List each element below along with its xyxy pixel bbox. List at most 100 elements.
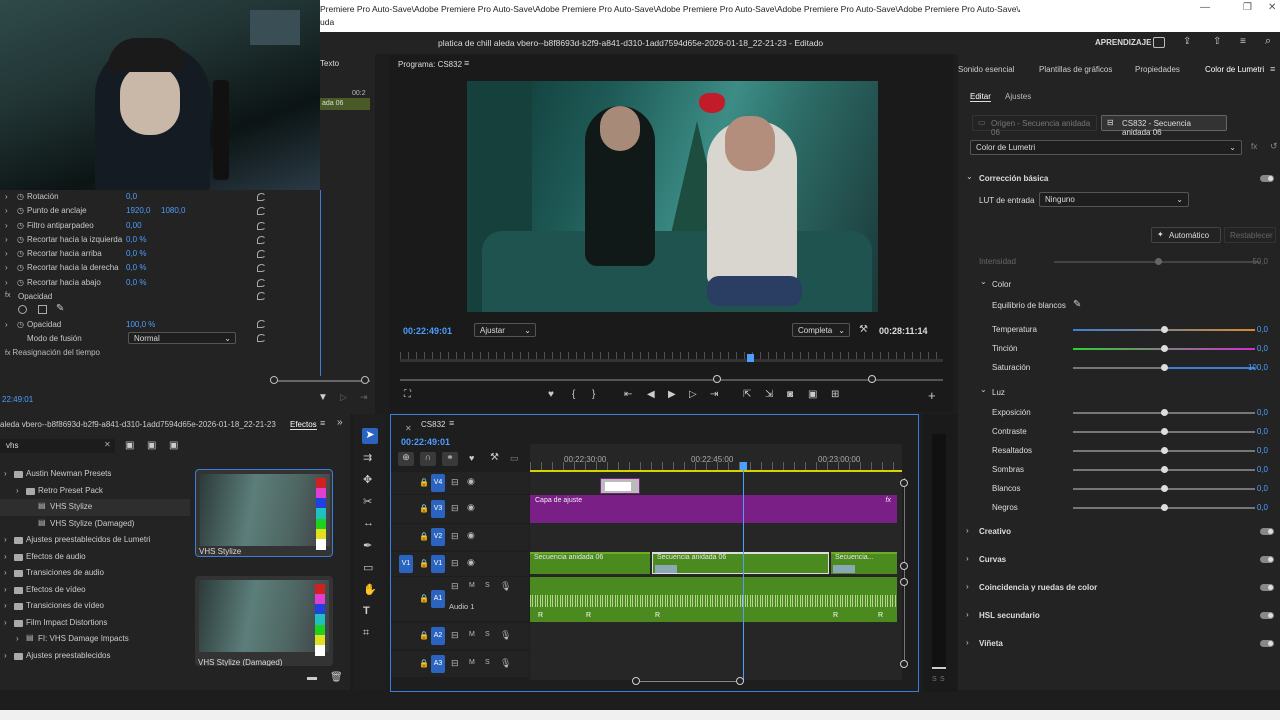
export-icon[interactable]: ⇪ — [1183, 36, 1191, 47]
slider-knob[interactable] — [1161, 485, 1168, 492]
eyedropper-icon[interactable]: ✎ — [1073, 299, 1081, 310]
lut-select[interactable]: Ninguno ⌄ — [1039, 192, 1189, 207]
solo-button[interactable]: S — [485, 582, 490, 589]
sync-lock-icon[interactable]: ⊟ — [451, 531, 459, 542]
hand-tool-icon[interactable]: ✋ — [363, 583, 377, 596]
pen-mask-icon[interactable]: ✎ — [56, 303, 64, 314]
add-marker-icon[interactable]: ♥ — [469, 453, 474, 463]
slider-knob[interactable] — [1161, 466, 1168, 473]
program-playhead[interactable] — [747, 354, 755, 362]
type-tool-icon[interactable]: T — [363, 605, 370, 617]
add-marker-icon[interactable]: ♥ — [548, 389, 554, 400]
eye-icon[interactable]: ◉ — [467, 530, 475, 541]
new-folder-icon[interactable]: ▬ — [307, 672, 317, 683]
video-clip[interactable]: Secuencia anidada 06 — [530, 552, 650, 574]
scroll-handle[interactable] — [900, 578, 908, 586]
microphone-icon[interactable]: 🎙 — [500, 581, 511, 592]
video-clip[interactable]: Secuencia anidada 06 — [652, 552, 829, 574]
mark-out-icon[interactable]: } — [592, 389, 595, 400]
effects-tree-item[interactable]: › Transiciones de vídeo — [0, 598, 190, 615]
razor-tool-icon[interactable]: ✂ — [363, 495, 372, 508]
sequence-tab[interactable]: CS832 — [421, 420, 445, 429]
effect-select[interactable]: Color de Lumetri ⌄ — [970, 140, 1242, 155]
source-clip[interactable]: ada 06 — [320, 98, 370, 110]
close-icon[interactable]: ✕ — [405, 424, 412, 433]
lumetri-tab-1[interactable]: Plantillas de gráficos — [1039, 65, 1112, 74]
reset-icon[interactable] — [257, 292, 266, 300]
track-target[interactable]: V1 — [431, 555, 445, 573]
track-target[interactable]: V2 — [431, 528, 445, 546]
slider-knob[interactable] — [1161, 345, 1168, 352]
opacity-value[interactable]: 100,0 % — [126, 320, 155, 329]
sync-lock-icon[interactable]: ⊟ — [451, 477, 459, 488]
chevron-icon[interactable]: › — [4, 601, 7, 610]
lumetri-section-header[interactable]: › Creativo — [958, 525, 1280, 553]
reset-icon[interactable] — [257, 278, 266, 287]
auto-reframe-tool-icon[interactable]: ⌗ — [363, 627, 369, 640]
expand-icon[interactable]: › — [5, 249, 8, 258]
lock-icon[interactable]: 🔒 — [419, 504, 429, 513]
restore-icon[interactable]: ❐ — [1243, 2, 1252, 13]
effects-tree-item[interactable]: ▤ VHS Stylize (Damaged) — [0, 516, 190, 533]
effects-tab[interactable]: Efectos — [290, 420, 317, 430]
effects-tree-item[interactable]: › Efectos de audio — [0, 549, 190, 566]
intensity-value[interactable]: 50,0 — [1252, 257, 1268, 266]
graphic-clip[interactable] — [600, 478, 640, 494]
step-forward-icon[interactable]: ▷ — [689, 389, 697, 400]
fit-select[interactable]: Ajustar ⌄ — [474, 323, 536, 337]
reset-button[interactable]: Restablecer — [1224, 227, 1276, 243]
lock-icon[interactable]: 🔒 — [419, 659, 429, 668]
selection-tool-icon[interactable]: ➤ — [362, 428, 378, 444]
play-audio-icon[interactable]: ▷ — [340, 392, 347, 403]
section-toggle[interactable] — [1260, 584, 1274, 591]
trash-icon[interactable]: 🗑 — [330, 672, 343, 683]
sync-lock-icon[interactable]: ⊟ — [451, 630, 459, 641]
adjustment-layer-clip[interactable]: Capa de ajuste fx — [530, 495, 897, 523]
lock-icon[interactable]: 🔒 — [419, 532, 429, 541]
nest-icon[interactable]: ⊕ — [398, 452, 414, 466]
track-target[interactable]: A2 — [431, 627, 445, 645]
lift-icon[interactable]: ⇱ — [743, 389, 751, 400]
ellipse-mask-icon[interactable] — [18, 305, 27, 314]
section-toggle[interactable] — [1260, 528, 1274, 535]
time-remap-row[interactable]: fx Reasignación del tiempo — [5, 348, 100, 357]
stopwatch-icon[interactable]: ◷ — [17, 235, 24, 244]
preset-thumbnail[interactable]: VHS Stylize (Damaged) — [195, 576, 333, 666]
program-scrub-bar[interactable] — [400, 359, 943, 362]
slip-tool-icon[interactable]: ↔ — [363, 517, 374, 529]
chevron-icon[interactable]: › — [4, 568, 7, 577]
solo-button[interactable]: S — [485, 631, 490, 638]
lumetri-section-header[interactable]: › Curvas — [958, 553, 1280, 581]
auto-button[interactable]: ✦ Automático — [1151, 227, 1221, 243]
track-target[interactable]: A3 — [431, 655, 445, 673]
panel-menu-icon[interactable]: ≡ — [449, 418, 454, 428]
chevron-icon[interactable]: › — [16, 486, 19, 495]
project-tab[interactable]: aleda vbero--b8f8693d-b2f9-a841-d310-1ad… — [0, 420, 280, 429]
lock-icon[interactable]: 🔒 — [419, 594, 429, 603]
basic-correction-header[interactable]: ⌄ Corrección básica — [958, 172, 1280, 186]
expand-icon[interactable]: › — [5, 278, 8, 287]
stopwatch-icon[interactable]: ◷ — [17, 320, 24, 329]
slider-knob[interactable] — [1161, 409, 1168, 416]
zoom-handle-right[interactable] — [868, 375, 876, 383]
section-toggle[interactable] — [1260, 612, 1274, 619]
ec-timecode[interactable]: 22:49:01 — [2, 395, 33, 404]
timeline-ruler[interactable]: 00:22:30:00 00:22:45:00 00:23:00:00 — [530, 444, 902, 472]
audio-clip[interactable]: R R R R R — [530, 577, 897, 622]
sync-lock-icon[interactable]: ⊟ — [451, 581, 459, 592]
stopwatch-icon[interactable]: ◷ — [17, 263, 24, 272]
menu-icon[interactable]: ≡ — [1240, 36, 1246, 47]
expand-icon[interactable]: › — [5, 263, 8, 272]
mark-in-icon[interactable]: { — [572, 389, 575, 400]
add-button-icon[interactable]: + — [928, 388, 936, 403]
track-target[interactable]: A1 — [431, 590, 445, 608]
effects-tree-item[interactable]: › Film Impact Distortions — [0, 615, 190, 632]
expand-icon[interactable]: › — [5, 192, 8, 201]
expand-icon[interactable]: › — [5, 320, 8, 329]
property-value[interactable]: 0,0 — [126, 192, 137, 201]
ec-zoom-bar[interactable] — [270, 380, 370, 382]
effects-tree-item[interactable]: ▤ VHS Stylize — [0, 499, 190, 516]
ripple-edit-tool-icon[interactable]: ✥ — [363, 473, 372, 486]
chevron-icon[interactable]: › — [4, 585, 7, 594]
camera-icon[interactable]: ◙ — [787, 389, 793, 400]
